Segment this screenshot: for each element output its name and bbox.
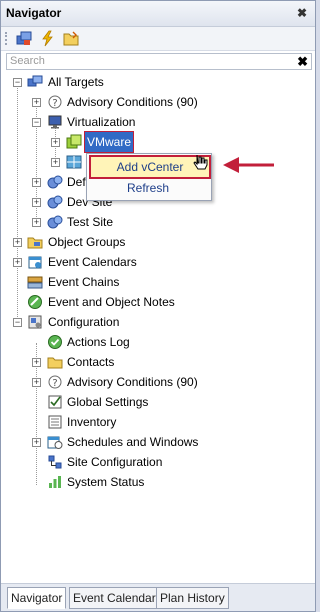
tree-item-advisory-conditions[interactable]: + ? Advisory Conditions (90) [1,92,301,112]
toolbar [1,27,315,51]
tree-item-object-groups[interactable]: + Object Groups [1,232,301,252]
expand-icon[interactable]: + [13,238,22,247]
tree-item-label: Actions Log [67,335,130,349]
lightning-icon[interactable] [39,30,57,47]
tree-item-label: Global Settings [67,395,149,409]
tree-item-advisory-conditions-config[interactable]: + ? Advisory Conditions (90) [1,372,301,392]
tree-item-label: Event and Object Notes [48,295,175,309]
tree-item-event-object-notes[interactable]: Event and Object Notes [1,292,301,312]
expand-icon[interactable]: + [32,98,41,107]
configuration-icon [28,315,42,329]
expand-icon[interactable]: + [32,198,41,207]
tree-item-label: Test Site [67,215,114,229]
event-chains-icon [27,276,43,289]
tree-item-vmware[interactable]: + VMware [1,131,301,153]
tree-item-configuration[interactable]: − Configuration [1,312,301,332]
tree-item-actions-log[interactable]: Actions Log [1,332,301,352]
search-box[interactable]: Search ✖ [6,53,312,70]
expand-icon[interactable]: + [13,258,22,267]
all-targets-icon [27,75,43,87]
system-status-icon [49,476,61,488]
panel-titlebar: Navigator ✖ [1,1,315,27]
vmware-icon [66,134,82,149]
expand-icon[interactable]: + [51,138,60,147]
clear-search-icon[interactable]: ✖ [297,54,308,70]
expand-icon[interactable]: + [32,378,41,387]
tree-item-label: VMware [83,131,135,153]
advisory-icon: ? [48,95,62,109]
svg-text:?: ? [52,378,57,389]
tree-item-label: Site Configuration [67,455,163,469]
search-input[interactable]: Search [10,55,45,67]
schedules-icon [47,436,63,449]
tree-item-label: All Targets [48,75,104,89]
global-settings-icon [48,395,62,409]
expand-icon[interactable]: + [32,178,41,187]
collapse-icon[interactable]: − [32,118,41,127]
server-grid-icon [66,155,82,169]
expand-icon[interactable]: + [32,438,41,447]
menu-item-refresh[interactable]: Refresh [89,178,207,198]
tree-item-event-calendars[interactable]: + Event Calendars [1,252,301,272]
inventory-icon [48,415,62,429]
tab-navigator[interactable]: Navigator [7,587,67,609]
panel-title: Navigator [6,6,62,20]
collapse-icon[interactable]: − [13,78,22,87]
tree-item-event-chains[interactable]: Event Chains [1,272,301,292]
targets-icon[interactable] [15,30,33,47]
tree-item-all-targets[interactable]: − All Targets [1,72,301,92]
expand-icon[interactable]: + [32,358,41,367]
tree-item-label: Schedules and Windows [67,435,199,449]
tree-item-label: Inventory [67,415,117,429]
annotation-arrow-icon [223,157,274,173]
contacts-icon [47,357,63,369]
svg-text:?: ? [52,98,57,109]
notes-icon [28,295,42,309]
advisory-icon: ? [48,375,62,389]
tree-item-label: Advisory Conditions (90) [67,375,198,389]
mouse-cursor-icon [193,154,208,170]
toolbar-grip [5,32,9,45]
tree-item-schedules-windows[interactable]: + Schedules and Windows [1,432,301,452]
event-calendars-icon [28,256,42,269]
navigator-tree: − All Targets + ? Advisory Conditions (9… [1,71,315,571]
tree-item-label: Virtualization [67,115,136,129]
bottom-tab-bar: Navigator Event Calendar Plan History [1,583,315,611]
monitor-icon [48,115,62,129]
navigator-panel: Navigator ✖ Search ✖ − All Targets + ? A… [0,0,316,612]
site-icon [47,175,63,189]
tab-plan-history[interactable]: Plan History [156,587,229,609]
tree-item-label: Object Groups [48,235,126,249]
actions-log-icon [48,335,62,349]
expand-icon[interactable]: + [51,158,60,167]
tree-item-global-settings[interactable]: Global Settings [1,392,301,412]
tree-item-label: Contacts [67,355,115,369]
object-groups-icon [27,237,43,249]
collapse-icon[interactable]: − [13,318,22,327]
site-icon [47,195,63,209]
tree-item-label: Event Calendars [48,255,137,269]
tab-event-calendar[interactable]: Event Calendar [69,587,160,609]
tree-item-virtualization[interactable]: − Virtualization [1,112,301,132]
folder-icon[interactable] [62,30,80,47]
tree-item-site-configuration[interactable]: Site Configuration [1,452,301,472]
expand-icon[interactable]: + [32,218,41,227]
site-icon [47,215,63,229]
tree-item-label: System Status [67,475,145,489]
tree-item-label: Configuration [48,315,120,329]
tree-item-label: Def [67,175,86,189]
tree-item-label: Advisory Conditions (90) [67,95,198,109]
close-panel-icon[interactable]: ✖ [297,6,307,20]
tree-item-test-site[interactable]: + Test Site [1,212,301,232]
tree-item-label: Event Chains [48,275,120,289]
site-configuration-icon [48,455,62,469]
tree-item-system-status[interactable]: System Status [1,472,301,492]
tree-item-contacts[interactable]: + Contacts [1,352,301,372]
tree-item-inventory[interactable]: Inventory [1,412,301,432]
